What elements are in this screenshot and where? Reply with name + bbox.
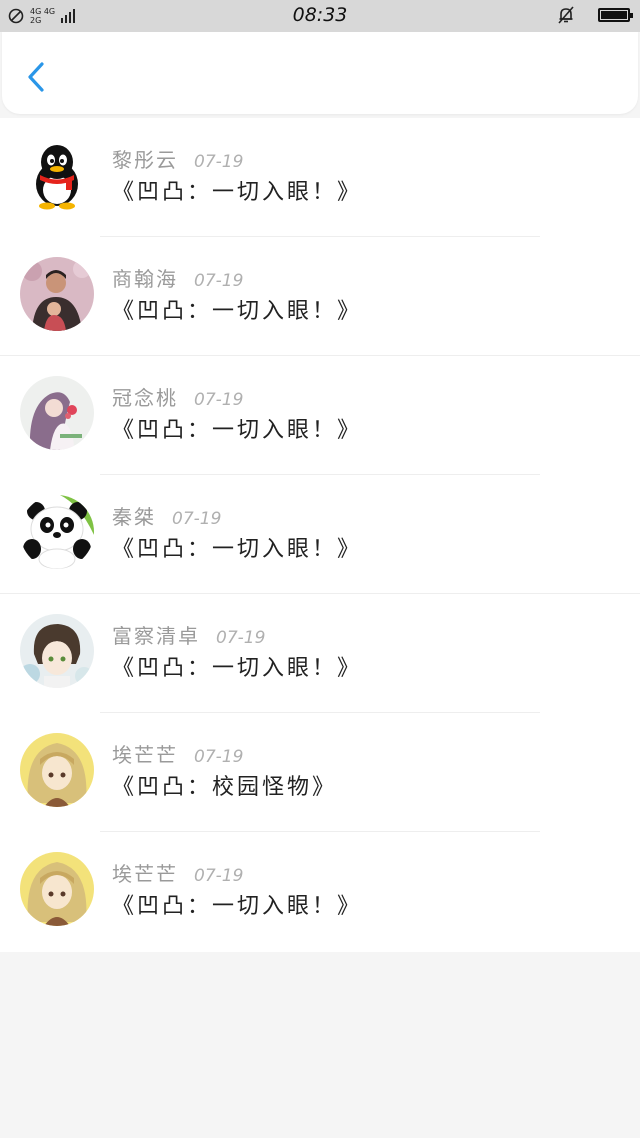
item-title: 《凹凸：一切入眼！》 xyxy=(112,656,363,681)
item-date: 07-19 xyxy=(194,866,244,886)
item-date: 07-19 xyxy=(194,390,244,410)
list-item[interactable]: 埃芒芒 07-19 《凹凸：一切入眼！》 xyxy=(0,832,640,952)
list-item[interactable]: 富察清卓 07-19 《凹凸：一切入眼！》 xyxy=(0,594,640,713)
avatar[interactable] xyxy=(20,733,94,807)
item-title: 《凹凸：一切入眼！》 xyxy=(112,894,363,919)
status-bar: 4G 4G 2G 08:33 xyxy=(0,0,640,32)
list-item[interactable]: 冠念桃 07-19 《凹凸：一切入眼！》 xyxy=(0,356,640,475)
item-date: 07-19 xyxy=(194,747,244,767)
list-item[interactable]: 埃芒芒 07-19 《凹凸：校园怪物》 xyxy=(0,713,640,832)
item-date: 07-19 xyxy=(216,628,266,648)
avatar[interactable] xyxy=(20,614,94,688)
list-item[interactable]: 商翰海 07-19 《凹凸：一切入眼！》 xyxy=(0,237,640,356)
qq-penguin-icon xyxy=(36,145,78,210)
user-name: 商翰海 xyxy=(112,267,178,291)
item-title: 《凹凸：一切入眼！》 xyxy=(112,299,363,324)
item-date: 07-19 xyxy=(194,152,244,172)
list-item[interactable]: 秦桀 07-19 《凹凸：一切入眼！》 xyxy=(0,475,640,594)
item-title: 《凹凸：校园怪物》 xyxy=(112,775,338,800)
panda-icon xyxy=(20,495,94,569)
item-meta: 商翰海 07-19 xyxy=(112,263,243,292)
mute-bell-icon xyxy=(558,6,574,24)
item-meta: 秦桀 07-19 xyxy=(112,501,221,530)
message-list: 黎彤云 07-19 《凹凸：一切入眼！》 商翰海 07-19 《凹凸：一切入眼！… xyxy=(0,118,640,952)
item-meta: 黎彤云 07-19 xyxy=(112,144,243,173)
avatar[interactable] xyxy=(20,495,94,569)
battery-icon xyxy=(598,8,633,22)
chevron-left-icon[interactable] xyxy=(22,60,50,94)
item-meta: 富察清卓 07-19 xyxy=(112,620,265,649)
item-date: 07-19 xyxy=(194,271,244,291)
user-name: 埃芒芒 xyxy=(112,743,178,767)
avatar[interactable] xyxy=(20,852,94,926)
photo-avatar-icon xyxy=(20,257,94,331)
item-title: 《凹凸：一切入眼！》 xyxy=(112,180,363,205)
status-right xyxy=(556,5,633,25)
anime-girl-avatar-icon xyxy=(20,852,94,926)
anime-girl-avatar-icon xyxy=(20,733,94,807)
status-time: 08:33 xyxy=(292,4,348,26)
avatar[interactable] xyxy=(20,138,94,212)
user-name: 埃芒芒 xyxy=(112,862,178,886)
list-item[interactable]: 黎彤云 07-19 《凹凸：一切入眼！》 xyxy=(0,118,640,237)
avatar[interactable] xyxy=(20,376,94,450)
avatar[interactable] xyxy=(20,257,94,331)
top-navigation-bar xyxy=(2,32,638,114)
user-name: 黎彤云 xyxy=(112,148,178,172)
item-meta: 冠念桃 07-19 xyxy=(112,382,243,411)
illustrated-avatar-icon xyxy=(20,376,94,450)
user-name: 冠念桃 xyxy=(112,386,178,410)
item-title: 《凹凸：一切入眼！》 xyxy=(112,418,363,443)
item-meta: 埃芒芒 07-19 xyxy=(112,739,243,768)
user-name: 秦桀 xyxy=(112,505,156,529)
item-meta: 埃芒芒 07-19 xyxy=(112,858,243,887)
item-title: 《凹凸：一切入眼！》 xyxy=(112,537,363,562)
anime-avatar-icon xyxy=(20,614,94,688)
user-name: 富察清卓 xyxy=(112,624,200,648)
item-date: 07-19 xyxy=(172,509,222,529)
